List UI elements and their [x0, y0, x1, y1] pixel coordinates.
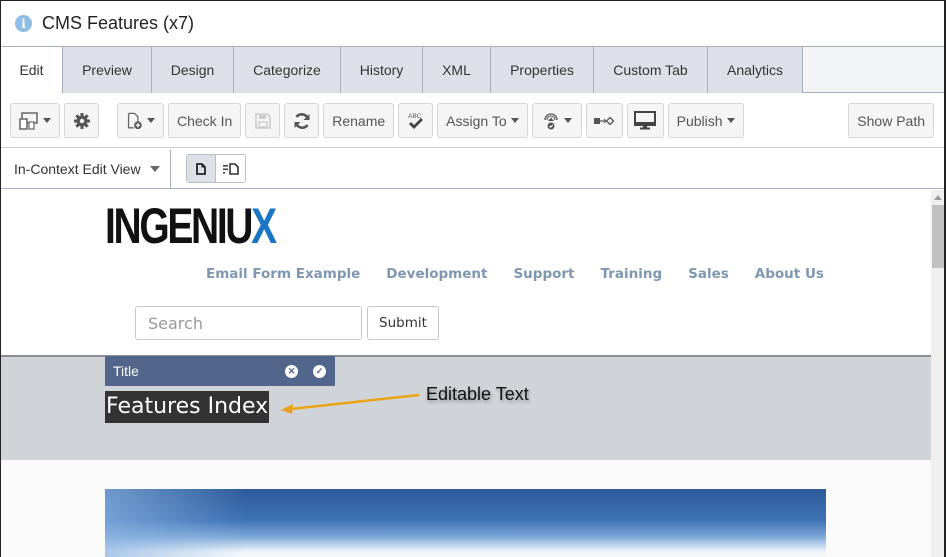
chevron-down-icon	[510, 118, 519, 123]
vertical-scrollbar[interactable]	[931, 190, 944, 557]
cancel-edit-icon[interactable]: ✕	[285, 364, 298, 378]
spellcheck-button[interactable]: ABC	[398, 103, 434, 138]
tab-analytics[interactable]: Analytics	[708, 47, 803, 93]
link-flow-button[interactable]	[585, 103, 623, 138]
tab-preview[interactable]: Preview	[63, 47, 152, 93]
annotation-arrow	[281, 393, 420, 414]
view-toggle-group	[186, 154, 246, 183]
tab-edit[interactable]: Edit	[1, 47, 63, 94]
assign-to-label: Assign To	[446, 112, 507, 129]
nav-training[interactable]: Training	[601, 266, 663, 282]
settings-button[interactable]	[64, 103, 99, 138]
nav-email-form-example[interactable]: Email Form Example	[206, 266, 360, 282]
field-editor-bar: Title ✕ ✓	[105, 356, 335, 386]
monitor-button[interactable]	[626, 103, 664, 138]
tab-design[interactable]: Design	[152, 47, 234, 93]
assign-to-button[interactable]: Assign To	[437, 103, 528, 138]
page-icon	[196, 162, 206, 175]
split-view-toggle[interactable]	[216, 155, 245, 182]
site-search-submit[interactable]: Submit	[367, 306, 439, 340]
tab-properties[interactable]: Properties	[491, 47, 594, 93]
refresh-button[interactable]	[284, 103, 320, 138]
tab-categorize[interactable]: Categorize	[234, 47, 341, 93]
annotation-label: Editable Text	[426, 384, 529, 404]
nav-support[interactable]: Support	[513, 266, 574, 282]
rename-button[interactable]: Rename	[323, 103, 395, 138]
new-page-icon	[127, 112, 142, 129]
chevron-down-icon	[43, 118, 51, 123]
chevron-down-icon	[563, 118, 572, 123]
view-bar: In-Context Edit View	[1, 148, 944, 189]
new-page-button[interactable]	[117, 103, 164, 138]
chevron-down-icon	[726, 118, 735, 123]
svg-text:ABC: ABC	[408, 113, 422, 120]
save-icon	[254, 112, 271, 129]
publish-label: Publish	[676, 112, 723, 129]
view-mode-dropdown[interactable]: In-Context Edit View	[1, 148, 171, 189]
scroll-thumb[interactable]	[932, 205, 944, 268]
publish-button[interactable]: Publish	[667, 103, 744, 138]
tab-bar: Edit Preview Design Categorize History X…	[1, 47, 944, 94]
device-layout-button[interactable]	[10, 103, 60, 138]
confirm-edit-icon[interactable]: ✓	[313, 364, 326, 378]
view-mode-label: In-Context Edit View	[14, 160, 141, 177]
cms-window: i CMS Features (x7) Edit Preview Design …	[0, 0, 946, 557]
show-path-button[interactable]: Show Path	[848, 103, 934, 138]
refresh-icon	[294, 112, 310, 129]
chevron-down-icon	[149, 165, 160, 172]
sky-banner-image	[105, 489, 826, 557]
tab-custom-tab[interactable]: Custom Tab	[594, 47, 708, 93]
nav-about-us[interactable]: About Us	[755, 266, 824, 282]
logo-accent: X	[251, 200, 277, 252]
scroll-up-arrow-icon[interactable]	[934, 195, 942, 200]
chevron-down-icon	[147, 118, 155, 123]
save-button[interactable]	[245, 103, 281, 138]
site-logo[interactable]: INGENIUX	[105, 200, 284, 252]
toolbar: Check In Rename ABC Assign To Publish Sh…	[1, 94, 944, 148]
check-in-button[interactable]: Check In	[168, 103, 242, 138]
page-with-list-icon	[222, 162, 239, 175]
editable-title-region: Title ✕ ✓ Features Index Editable Text	[1, 355, 931, 460]
page-view-toggle[interactable]	[187, 155, 216, 182]
tab-xml[interactable]: XML	[423, 47, 491, 93]
window-title: CMS Features (x7)	[42, 13, 195, 33]
page-title-editable[interactable]: Features Index	[105, 391, 270, 423]
content-area	[1, 460, 931, 557]
title-bar: i CMS Features (x7)	[1, 1, 944, 47]
nav-sales[interactable]: Sales	[688, 266, 729, 282]
logo-text: INGENIU	[105, 200, 253, 252]
info-icon: i	[15, 15, 32, 32]
workflow-icon	[543, 112, 558, 129]
field-label: Title	[113, 363, 139, 379]
site-nav: Email Form Example Development Support T…	[206, 266, 850, 282]
gear-icon	[73, 112, 90, 129]
tab-history[interactable]: History	[341, 47, 423, 93]
site-search-input[interactable]	[135, 306, 362, 340]
workflow-button[interactable]	[531, 103, 582, 138]
device-layout-icon	[19, 111, 38, 130]
link-flow-icon	[594, 116, 615, 125]
page-preview: INGENIUX Email Form Example Development …	[1, 190, 931, 557]
monitor-icon	[634, 110, 657, 129]
spellcheck-abc-icon: ABC	[408, 113, 423, 129]
nav-development[interactable]: Development	[386, 266, 487, 282]
